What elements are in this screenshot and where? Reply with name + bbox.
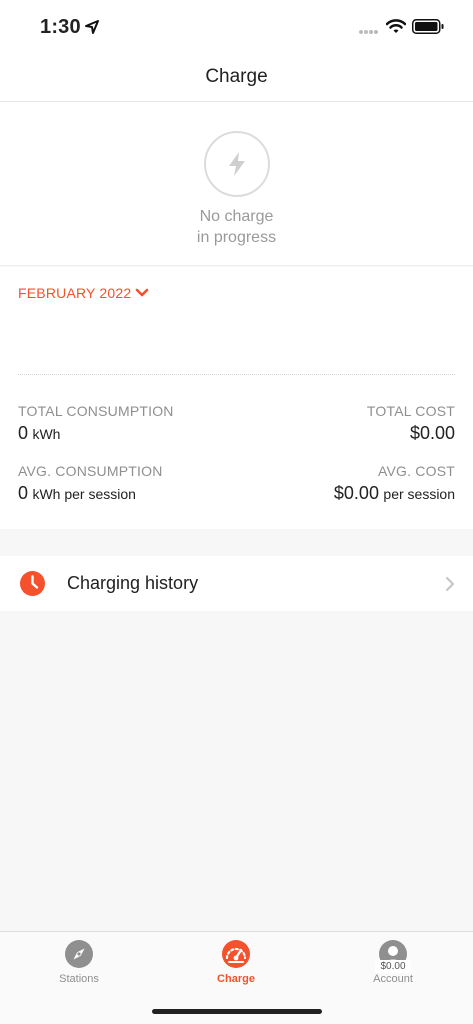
total-consumption: TOTAL CONSUMPTION 0 kWh (18, 403, 174, 444)
charge-status-indicator (204, 131, 270, 197)
avg-cost: AVG. COST $0.00 per session (334, 463, 455, 504)
total-cost: TOTAL COST $0.00 (367, 403, 455, 444)
avg-consumption-unit: kWh per session (32, 486, 136, 502)
status-bar: 1:30 (0, 0, 473, 54)
chevron-right-icon (446, 577, 454, 591)
charge-status-panel: No charge in progress (0, 102, 473, 266)
total-cost-number: $0.00 (409, 423, 455, 443)
avg-cost-value: $0.00 per session (334, 483, 455, 504)
total-consumption-value: 0 kWh (18, 423, 174, 444)
total-consumption-number: 0 (18, 423, 29, 443)
no-charge-text: No charge in progress (0, 206, 473, 248)
avg-cost-label: AVG. COST (378, 463, 455, 479)
chevron-down-icon (136, 288, 149, 297)
tab-stations[interactable]: Stations (19, 938, 139, 990)
total-cost-label: TOTAL COST (366, 403, 455, 419)
month-label: FEBRUARY 2022 (18, 285, 132, 301)
avg-consumption-label: AVG. CONSUMPTION (18, 463, 163, 479)
status-time: 1:30 (40, 16, 81, 38)
compass-icon (65, 940, 93, 968)
tab-charge-label: Charge (217, 973, 255, 985)
consumption-chart-baseline (18, 374, 455, 375)
avg-consumption-value: 0 kWh per session (18, 483, 163, 504)
avg-consumption: AVG. CONSUMPTION 0 kWh per session (18, 463, 163, 504)
avg-consumption-number: 0 (18, 483, 29, 503)
tab-account[interactable]: $0.00 Account (333, 938, 453, 990)
tab-charge[interactable]: Charge (176, 938, 296, 990)
month-selector[interactable]: FEBRUARY 2022 (18, 285, 149, 301)
lightning-bolt-icon (229, 152, 245, 176)
charging-history-label: Charging history (67, 573, 199, 593)
signal-dots-icon (359, 30, 378, 34)
page-title: Charge (205, 66, 268, 87)
consumption-stats: FEBRUARY 2022 TOTAL CONSUMPTION 0 kWh TO… (0, 267, 473, 529)
tab-stations-label: Stations (59, 973, 99, 985)
nav-bar: Charge (0, 54, 473, 102)
avg-cost-unit: per session (383, 486, 455, 502)
account-balance-badge: $0.00 (375, 960, 411, 973)
battery-icon (412, 19, 444, 34)
tab-account-label: Account (373, 973, 413, 985)
total-consumption-label: TOTAL CONSUMPTION (18, 403, 174, 419)
avg-cost-number: $0.00 (333, 483, 379, 503)
clock-icon (20, 571, 45, 596)
charging-history-row[interactable]: Charging history (0, 556, 473, 611)
total-consumption-unit: kWh (32, 426, 61, 442)
no-charge-line-1: No charge (199, 208, 274, 225)
home-indicator (152, 1009, 322, 1014)
no-charge-line-2: in progress (196, 229, 277, 246)
speedometer-icon (222, 940, 250, 968)
location-arrow-icon (85, 20, 99, 34)
wifi-icon (386, 19, 406, 33)
total-cost-value: $0.00 (367, 423, 455, 444)
